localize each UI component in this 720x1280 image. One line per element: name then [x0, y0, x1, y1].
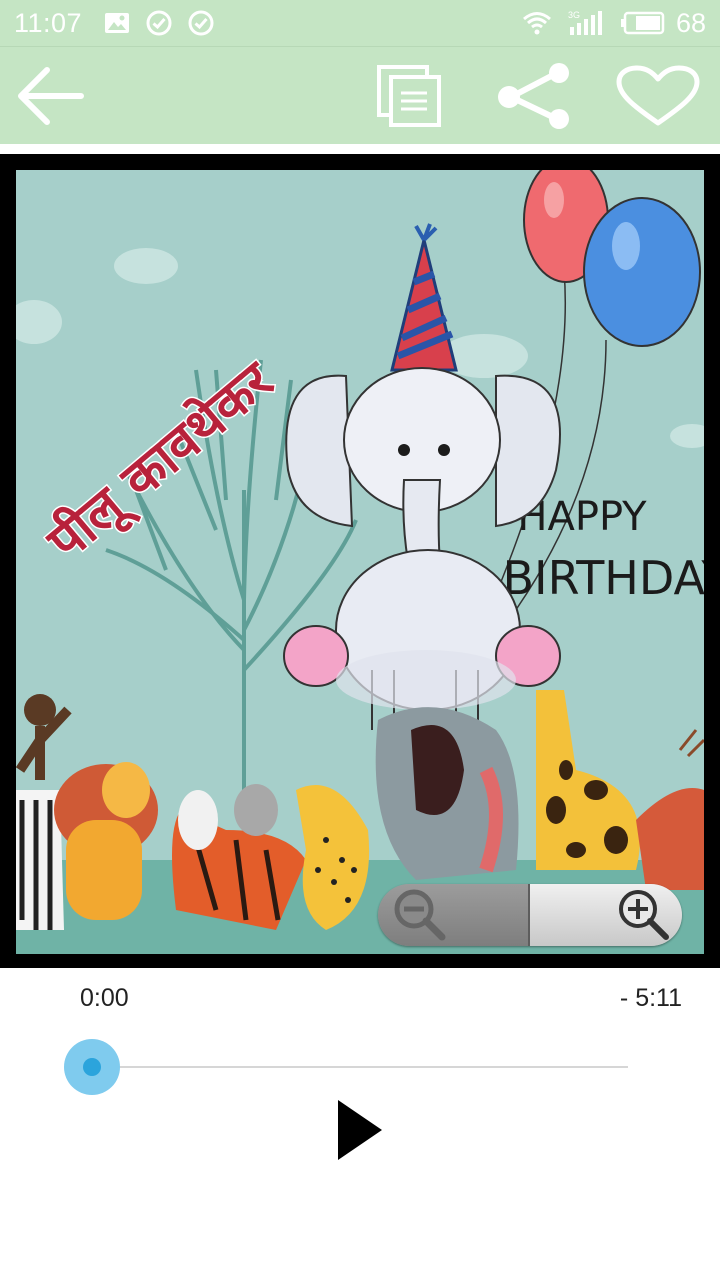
share-button[interactable] — [492, 47, 578, 145]
copy-icon — [377, 65, 441, 127]
birthday-card-illustration: पीलू कावथेकर Happy Birthday — [16, 170, 704, 954]
share-icon — [498, 63, 569, 129]
seek-bar[interactable] — [92, 1066, 628, 1068]
play-icon — [338, 1100, 382, 1160]
wifi-icon — [522, 12, 551, 35]
zoom-out-icon — [394, 889, 446, 941]
seek-thumb[interactable] — [64, 1039, 120, 1095]
birthday-card-image[interactable]: पीलू कावथेकर Happy Birthday — [16, 170, 704, 954]
greeting-line-2: Birthday — [502, 551, 704, 605]
battery-level: 68 — [675, 7, 706, 38]
heart-icon — [616, 65, 700, 126]
play-button[interactable] — [334, 1098, 386, 1162]
copy-button[interactable] — [372, 47, 448, 145]
remaining-time: - 5:11 — [619, 984, 682, 1012]
back-arrow-icon — [18, 67, 84, 125]
image-viewer[interactable]: पीलू कावथेकर Happy Birthday — [0, 154, 720, 968]
status-time: 11:07 — [14, 7, 83, 38]
signal-icon: 3G — [568, 10, 602, 35]
zoom-in-button[interactable] — [530, 884, 682, 946]
audio-player: 0:00 - 5:11 — [0, 968, 720, 1280]
status-bar: 11:07 3G 68 — [0, 0, 720, 46]
zoom-out-button[interactable] — [378, 884, 530, 946]
network-type: 3G — [568, 10, 580, 20]
battery-icon — [620, 11, 665, 35]
favorite-button[interactable] — [612, 47, 704, 145]
zoom-in-icon — [619, 890, 669, 940]
toolbar-divider — [0, 144, 720, 154]
app-toolbar — [0, 46, 720, 144]
status-right: 3G 68 — [508, 8, 706, 39]
back-button[interactable] — [10, 47, 90, 145]
zoom-controls — [378, 884, 682, 946]
image-icon — [105, 13, 130, 33]
seek-thumb-center — [83, 1058, 101, 1076]
elapsed-time: 0:00 — [80, 984, 129, 1012]
check-circle-icon — [188, 10, 214, 36]
check-circle-icon — [146, 10, 172, 36]
